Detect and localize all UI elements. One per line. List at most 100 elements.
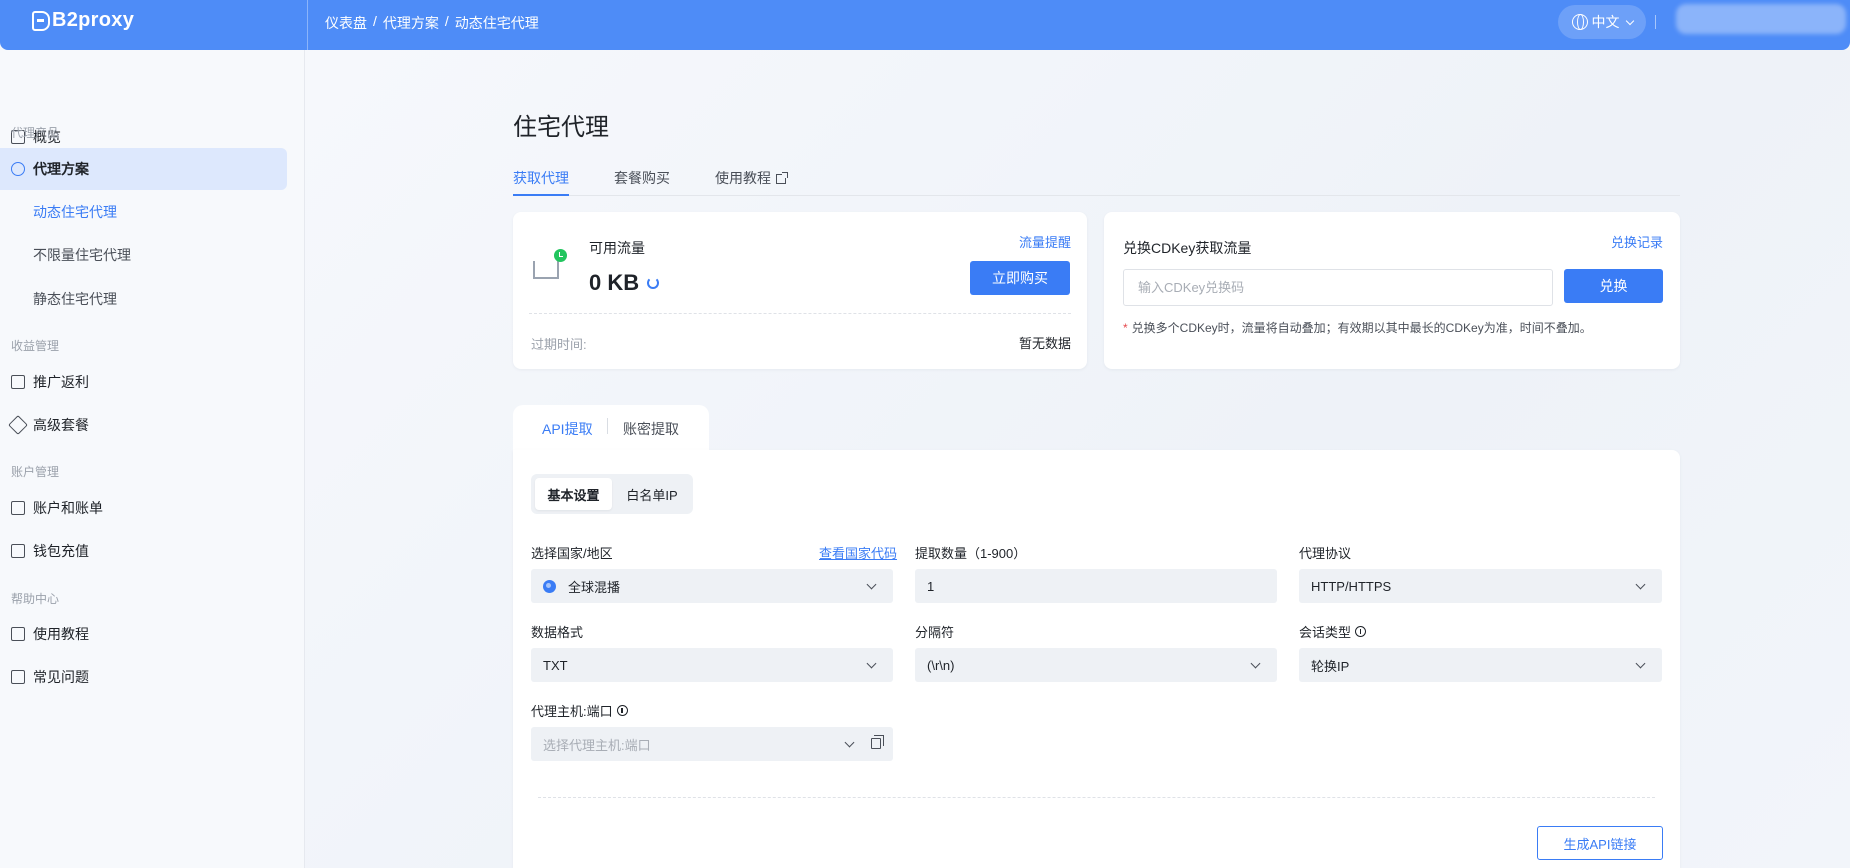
sidebar-group-help: 帮助中心 bbox=[11, 592, 60, 606]
sidebar-group-revenue: 收益管理 bbox=[11, 339, 60, 353]
sidebar-item-static-residential[interactable]: 静态住宅代理 bbox=[33, 279, 117, 319]
segment-whitelist-ip[interactable]: 白名单IP bbox=[614, 478, 690, 510]
protocol-label: 代理协议 bbox=[1299, 546, 1352, 561]
quantity-input[interactable]: 1 bbox=[915, 569, 1277, 603]
sidebar-item-label: 推广返利 bbox=[33, 374, 89, 390]
brand-name: B2proxy bbox=[52, 9, 135, 31]
sidebar-item-faq[interactable]: 常见问题 bbox=[0, 656, 287, 698]
format-select[interactable]: TXT bbox=[531, 648, 893, 682]
wallet-icon bbox=[11, 544, 25, 558]
segment-basic-settings[interactable]: 基本设置 bbox=[535, 478, 612, 510]
traffic-value: 0 KB bbox=[589, 270, 660, 296]
sidebar: 概览 代理产品 代理方案 动态住宅代理 不限量住宅代理 静态住宅代理 收益管理 … bbox=[0, 50, 305, 868]
diamond-icon bbox=[8, 415, 28, 435]
header-divider bbox=[307, 0, 308, 50]
traffic-card: 可用流量 0 KB 流量提醒 立即购买 过期时间: 暂无数据 bbox=[513, 212, 1087, 369]
sidebar-item-label: 高级套餐 bbox=[33, 417, 89, 433]
chevron-down-icon bbox=[1635, 579, 1646, 590]
sidebar-group-proxy-products: 代理产品 bbox=[11, 126, 60, 140]
breadcrumb-current: 动态住宅代理 bbox=[454, 15, 539, 31]
brand-logo[interactable]: B2proxy bbox=[32, 9, 134, 32]
cdkey-input[interactable] bbox=[1123, 269, 1553, 306]
host-label: 代理主机:端口 bbox=[531, 701, 628, 720]
sidebar-item-proxy-plan[interactable]: 代理方案 bbox=[0, 148, 287, 190]
sidebar-item-unlimited-residential[interactable]: 不限量住宅代理 bbox=[33, 235, 131, 275]
session-label: 会话类型 bbox=[1299, 622, 1367, 641]
sidebar-group-account: 账户管理 bbox=[11, 465, 60, 479]
quantity-value: 1 bbox=[927, 578, 935, 594]
sidebar-item-tutorial[interactable]: 使用教程 bbox=[0, 613, 287, 655]
separator-select[interactable]: (\r\n) bbox=[915, 648, 1277, 682]
info-icon[interactable] bbox=[1355, 626, 1367, 637]
language-switcher[interactable]: 中文 bbox=[1558, 5, 1646, 39]
generate-api-link-button[interactable]: 生成API链接 bbox=[1537, 826, 1663, 860]
cdkey-title: 兑换CDKey获取流量 bbox=[1123, 240, 1252, 256]
protocol-select[interactable]: HTTP/HTTPS bbox=[1299, 569, 1662, 603]
tab-purchase-plan[interactable]: 套餐购买 bbox=[614, 168, 670, 196]
country-select[interactable]: 全球混播 bbox=[531, 569, 893, 603]
divider bbox=[529, 313, 1071, 314]
session-select[interactable]: 轮换IP bbox=[1299, 648, 1662, 682]
home-icon bbox=[529, 247, 567, 279]
view-country-codes-link[interactable]: 查看国家代码 bbox=[819, 543, 897, 562]
divider bbox=[538, 797, 1655, 798]
settings-segmented-control: 基本设置 白名单IP bbox=[531, 474, 693, 514]
page-title: 住宅代理 bbox=[513, 114, 609, 141]
sidebar-item-referral[interactable]: 推广返利 bbox=[0, 361, 287, 403]
info-icon[interactable] bbox=[616, 705, 628, 716]
separator-value: (\r\n) bbox=[927, 657, 955, 673]
traffic-label: 可用流量 bbox=[589, 240, 645, 256]
refresh-icon[interactable] bbox=[647, 277, 660, 289]
sidebar-item-label: 常见问题 bbox=[33, 669, 89, 685]
required-star: * bbox=[1123, 321, 1128, 335]
globe-icon bbox=[11, 162, 25, 176]
tab-separator bbox=[607, 418, 608, 434]
country-value: 全球混播 bbox=[568, 579, 621, 595]
sidebar-item-dynamic-residential[interactable]: 动态住宅代理 bbox=[33, 192, 117, 232]
redeem-button[interactable]: 兑换 bbox=[1564, 269, 1663, 303]
buy-now-button[interactable]: 立即购买 bbox=[970, 261, 1070, 295]
brand-logo-icon bbox=[32, 10, 50, 31]
expiry-label: 过期时间: bbox=[531, 337, 587, 352]
breadcrumb-dashboard[interactable]: 仪表盘 bbox=[325, 13, 367, 33]
monitor-icon bbox=[11, 670, 25, 684]
cdkey-card: 兑换CDKey获取流量 兑换记录 兑换 *兑换多个CDKey时，流量将自动叠加；… bbox=[1104, 212, 1680, 369]
sidebar-item-billing[interactable]: 账户和账单 bbox=[0, 487, 287, 529]
traffic-alert-link[interactable]: 流量提醒 bbox=[1019, 232, 1071, 251]
chevron-down-icon bbox=[1625, 16, 1634, 25]
sidebar-item-label: 账户和账单 bbox=[33, 500, 103, 516]
cdkey-note-text: 兑换多个CDKey时，流量将自动叠加；有效期以其中最长的CDKey为准，时间不叠… bbox=[1131, 321, 1592, 335]
sidebar-item-label: 使用教程 bbox=[33, 626, 89, 642]
traffic-amount: 0 KB bbox=[589, 270, 640, 295]
host-select[interactable]: 选择代理主机:端口 bbox=[531, 727, 893, 761]
sidebar-item-premium-plan[interactable]: 高级套餐 bbox=[0, 404, 287, 446]
extraction-tabs: API提取 账密提取 bbox=[513, 405, 709, 450]
chevron-down-icon bbox=[1635, 658, 1646, 669]
document-icon bbox=[11, 501, 25, 515]
top-header: B2proxy 仪表盘 / 代理方案 / 动态住宅代理 中文 bbox=[0, 0, 1850, 50]
tab-api-extraction[interactable]: API提取 bbox=[542, 419, 593, 439]
format-label: 数据格式 bbox=[531, 625, 584, 640]
host-placeholder: 选择代理主机:端口 bbox=[543, 737, 651, 753]
chart-icon bbox=[11, 375, 25, 389]
separator-label: 分隔符 bbox=[915, 625, 955, 640]
breadcrumb-separator: / bbox=[373, 13, 377, 29]
tab-credential-extraction[interactable]: 账密提取 bbox=[623, 419, 679, 439]
page-tabs: 获取代理 套餐购买 使用教程 bbox=[513, 168, 1680, 196]
country-label: 选择国家/地区 bbox=[531, 546, 613, 561]
copy-icon[interactable] bbox=[871, 735, 884, 749]
language-label: 中文 bbox=[1591, 14, 1620, 30]
globe-icon bbox=[543, 579, 556, 593]
breadcrumb-proxy-plan[interactable]: 代理方案 bbox=[383, 13, 439, 33]
tab-get-proxy[interactable]: 获取代理 bbox=[513, 168, 569, 196]
breadcrumb: 仪表盘 / 代理方案 / 动态住宅代理 bbox=[325, 13, 539, 33]
breadcrumb-separator: / bbox=[444, 13, 449, 29]
clock-badge-icon bbox=[554, 249, 567, 262]
user-account-blurred[interactable] bbox=[1676, 4, 1846, 34]
tab-tutorial[interactable]: 使用教程 bbox=[715, 168, 788, 196]
globe-icon bbox=[1571, 14, 1588, 30]
external-link-icon bbox=[776, 172, 788, 184]
book-icon bbox=[11, 627, 25, 641]
sidebar-item-wallet[interactable]: 钱包充值 bbox=[0, 530, 287, 572]
redeem-history-link[interactable]: 兑换记录 bbox=[1611, 232, 1663, 251]
